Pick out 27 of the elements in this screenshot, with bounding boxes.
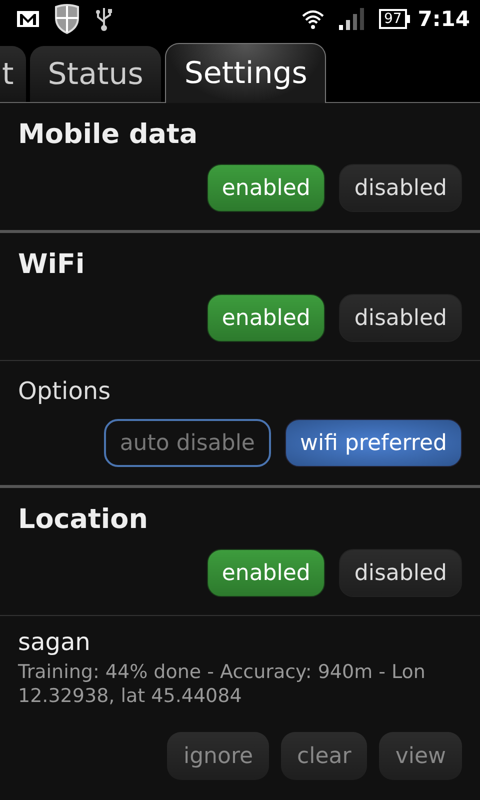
tab[interactable]: Settings	[165, 43, 326, 103]
option-button[interactable]: wifi preferred	[284, 419, 462, 467]
toggle-button[interactable]: disabled	[339, 294, 462, 342]
toggle-button[interactable]: enabled	[206, 164, 326, 212]
tab[interactable]: Status	[30, 46, 162, 102]
toggle-button[interactable]: disabled	[339, 549, 462, 597]
usb-icon	[94, 6, 114, 32]
section-title: Mobile data	[18, 119, 199, 150]
device-name: sagan	[18, 628, 92, 656]
section-title: Location	[18, 504, 149, 535]
wifi-icon	[300, 9, 325, 29]
option-button[interactable]: auto disable	[104, 419, 271, 467]
shield-icon	[54, 4, 80, 34]
mail-icon	[16, 10, 40, 28]
section-title: WiFi	[18, 249, 86, 280]
tab[interactable]: t	[0, 46, 26, 102]
action-button[interactable]: ignore	[167, 732, 270, 780]
toggle-button[interactable]: enabled	[206, 294, 326, 342]
signal-icon	[338, 8, 365, 30]
device-detail: Training: 44% done - Accuracy: 940m - Lon 12.32938, lat 45.44084	[18, 660, 426, 708]
toggle-button[interactable]: enabled	[206, 549, 326, 597]
action-button[interactable]: view	[379, 732, 462, 780]
section-title: Options	[18, 377, 112, 405]
clock-time: 7:14	[418, 7, 470, 31]
toggle-button[interactable]: disabled	[339, 164, 462, 212]
action-button[interactable]: clear	[281, 732, 368, 780]
battery-icon: 97	[378, 9, 410, 29]
